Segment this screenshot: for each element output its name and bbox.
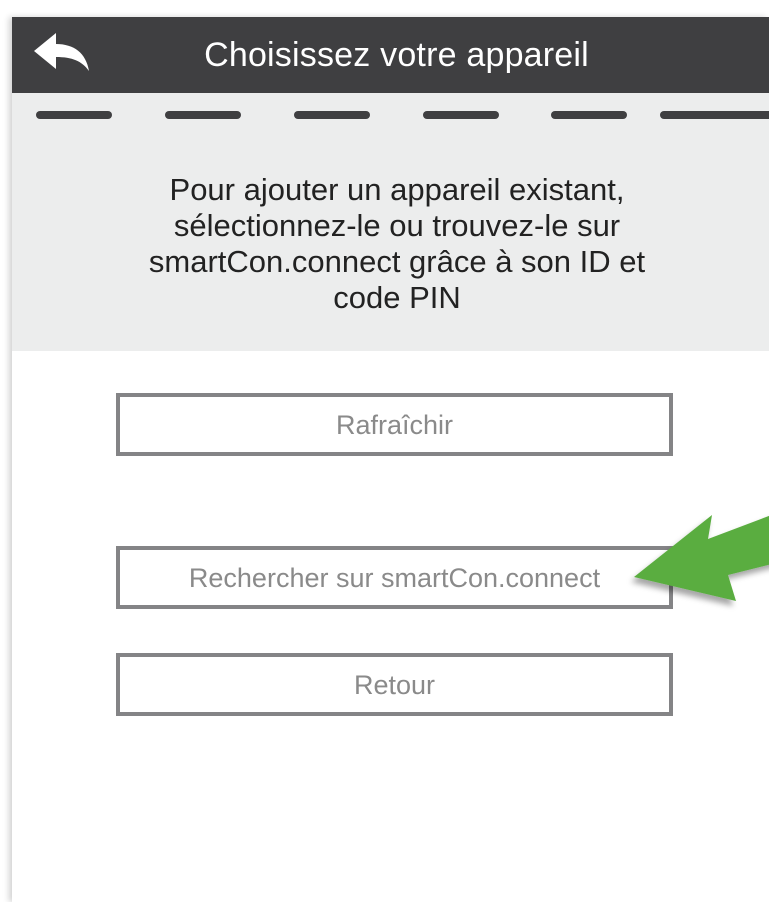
- return-button[interactable]: Retour: [116, 653, 673, 716]
- info-message: Pour ajouter un appareil existant, sélec…: [72, 172, 722, 316]
- refresh-button[interactable]: Rafraîchir: [116, 393, 673, 456]
- progress-segment: [165, 111, 241, 119]
- info-line: code PIN: [333, 280, 461, 315]
- green-pointer-arrow-icon: [634, 515, 769, 601]
- app-screen: Choisissez votre appareil Pour ajouter u…: [12, 17, 769, 902]
- back-arrow-icon[interactable]: [32, 29, 92, 77]
- progress-segment: [551, 111, 627, 119]
- progress-segment: [423, 111, 499, 119]
- info-panel: Pour ajouter un appareil existant, sélec…: [12, 93, 769, 351]
- info-line: smartCon.connect grâce à son ID et: [148, 244, 646, 279]
- info-line: sélectionnez-le ou trouvez-le sur: [173, 208, 621, 243]
- progress-dashes: [36, 111, 769, 123]
- app-header: Choisissez votre appareil: [12, 17, 769, 93]
- search-smartcon-button[interactable]: Rechercher sur smartCon.connect: [116, 546, 673, 609]
- progress-segment: [36, 111, 112, 119]
- page-title: Choisissez votre appareil: [204, 36, 589, 74]
- progress-segment: [294, 111, 370, 119]
- info-line: Pour ajouter un appareil existant,: [169, 172, 625, 207]
- progress-segment: [660, 111, 769, 119]
